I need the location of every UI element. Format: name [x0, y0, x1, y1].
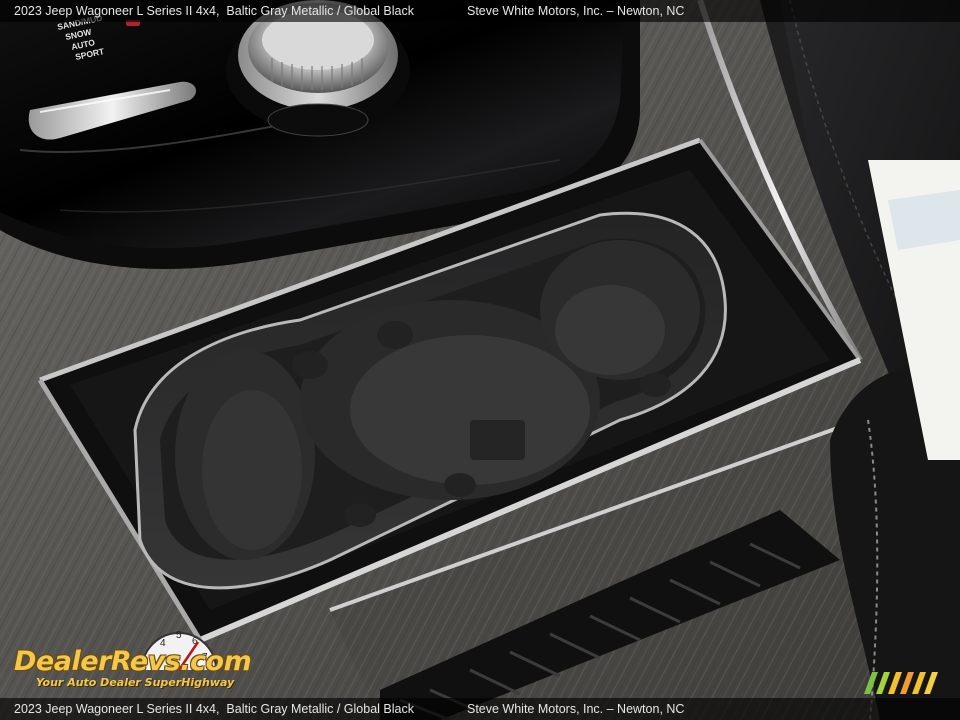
logo-brand: DealerRevs.com — [14, 646, 252, 677]
logo-tagline: Your Auto Dealer SuperHighway — [36, 676, 235, 689]
dealerrevs-logo: 3 4 5 6 7 DealerRevs.com Your Auto Deale… — [10, 624, 270, 694]
caption-color-top: Baltic Gray Metallic / Global Black — [226, 4, 414, 18]
window-sticker-corner — [858, 160, 960, 460]
caption-bar-top: 2023 Jeep Wagoneer L Series II 4x4, Balt… — [0, 0, 960, 22]
caption-vehicle-bottom: 2023 Jeep Wagoneer L Series II 4x4, Balt… — [14, 702, 414, 716]
caption-color-bottom: Baltic Gray Metallic / Global Black — [226, 702, 414, 716]
divider-tab — [470, 420, 525, 460]
caption-vehicle-top: 2023 Jeep Wagoneer L Series II 4x4, Balt… — [14, 4, 414, 18]
caption-dealer-bottom: Steve White Motors, Inc. – Newton, NC — [467, 702, 685, 716]
caption-dealer-top: Steve White Motors, Inc. – Newton, NC — [467, 4, 685, 18]
caption-bar-bottom: 2023 Jeep Wagoneer L Series II 4x4, Balt… — [0, 698, 960, 720]
stripes-icon — [864, 672, 938, 694]
svg-text:5: 5 — [176, 630, 182, 641]
center-console-photo: SAND/MUD SNOW AUTO SPORT — [0, 0, 960, 720]
